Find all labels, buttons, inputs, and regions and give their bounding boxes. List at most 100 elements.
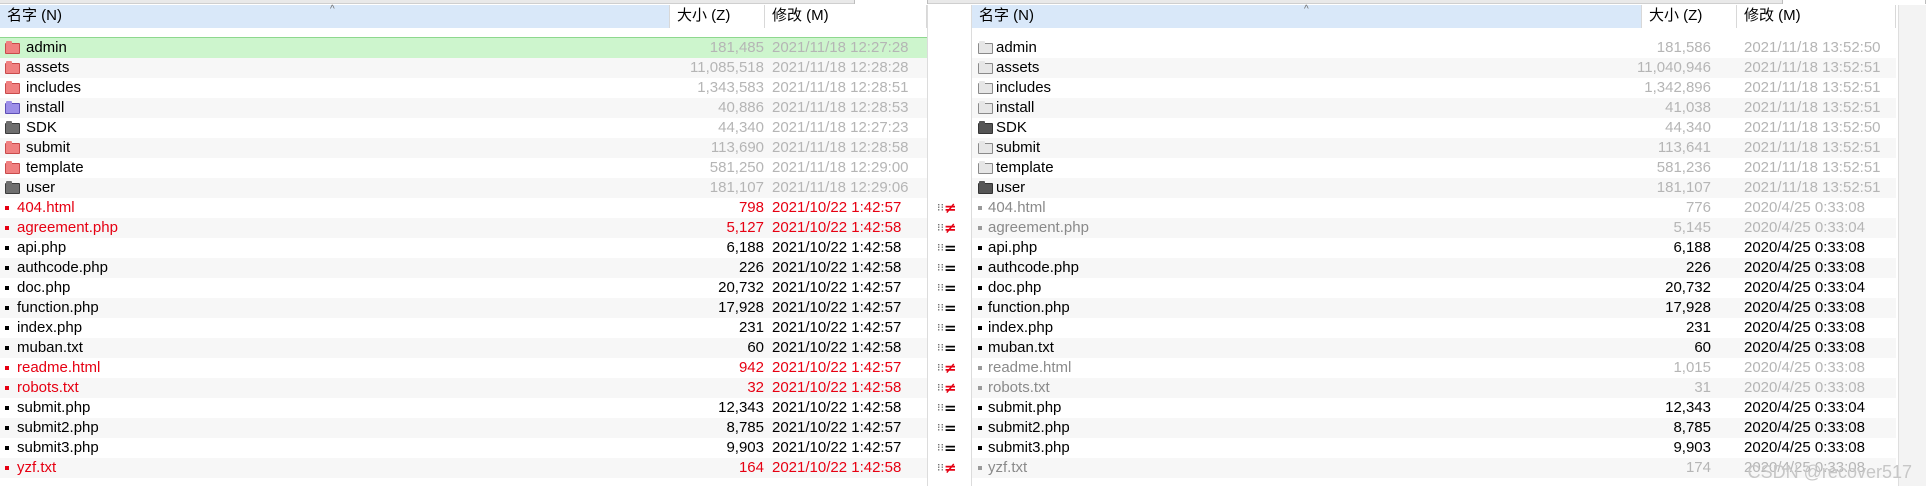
- right-file-row[interactable]: api.php 6,188 2020/4/25 0:33:08: [972, 238, 1896, 258]
- left-header-modified[interactable]: 修改 (M): [765, 5, 927, 28]
- left-header-name-label: 名字 (N): [7, 7, 62, 24]
- item-size: 6,188: [726, 239, 764, 256]
- sort-ascending-icon: ^: [330, 4, 335, 15]
- item-modified: 2021/10/22 1:42:57: [772, 439, 902, 456]
- compare-indicator[interactable]: ⁝⁝ =: [928, 338, 973, 358]
- left-file-row[interactable]: agreement.php 5,127 2021/10/22 1:42:58: [0, 218, 927, 238]
- left-folder-row[interactable]: template 581,250 2021/11/18 12:29:00: [0, 158, 927, 178]
- compare-indicator[interactable]: ⁝⁝ =: [928, 278, 973, 298]
- left-file-row[interactable]: doc.php 20,732 2021/10/22 1:42:57: [0, 278, 927, 298]
- left-folder-row[interactable]: assets 11,085,518 2021/11/18 12:28:28: [0, 58, 927, 78]
- left-file-row[interactable]: submit3.php 9,903 2021/10/22 1:42:57: [0, 438, 927, 458]
- compare-indicator[interactable]: ⁝⁝ ≠: [928, 198, 973, 218]
- item-size: 581,250: [709, 159, 764, 176]
- item-size: 12,343: [1665, 399, 1711, 416]
- file-icon-shape: [5, 246, 9, 250]
- compare-indicator[interactable]: ⁝⁝ =: [928, 398, 973, 418]
- right-folder-row[interactable]: submit 113,641 2021/11/18 13:52:51: [972, 138, 1896, 158]
- folder-icon-shape: [5, 81, 20, 94]
- right-file-row[interactable]: authcode.php 226 2020/4/25 0:33:08: [972, 258, 1896, 278]
- right-folder-row[interactable]: user 181,107 2021/11/18 13:52:51: [972, 178, 1896, 198]
- right-file-row[interactable]: muban.txt 60 2020/4/25 0:33:08: [972, 338, 1896, 358]
- compare-indicator[interactable]: ⁝⁝ =: [928, 258, 973, 278]
- file-icon-shape: [978, 386, 982, 390]
- right-file-row[interactable]: doc.php 20,732 2020/4/25 0:33:04: [972, 278, 1896, 298]
- left-file-row[interactable]: function.php 17,928 2021/10/22 1:42:57: [0, 298, 927, 318]
- left-folder-row[interactable]: SDK 44,340 2021/11/18 12:27:23: [0, 118, 927, 138]
- left-file-row[interactable]: authcode.php 226 2021/10/22 1:42:58: [0, 258, 927, 278]
- item-name: assets: [996, 59, 1040, 76]
- item-name: doc.php: [17, 279, 71, 296]
- right-file-row[interactable]: robots.txt 31 2020/4/25 0:33:08: [972, 378, 1896, 398]
- item-size: 44,340: [1665, 119, 1711, 136]
- item-name: submit.php: [988, 399, 1062, 416]
- right-header-name[interactable]: 名字 (N) ^: [972, 4, 1642, 28]
- right-folder-row[interactable]: admin 181,586 2021/11/18 13:52:50: [972, 38, 1896, 58]
- right-folder-row[interactable]: SDK 44,340 2021/11/18 13:52:50: [972, 118, 1896, 138]
- folder-icon-shape: [978, 41, 993, 54]
- compare-indicator[interactable]: ⁝⁝ ≠: [928, 378, 973, 398]
- right-file-pane[interactable]: 名字 (N) ^ 大小 (Z) 修改 (M) admin 181,586 2021/…: [972, 4, 1896, 486]
- left-file-row[interactable]: robots.txt 32 2021/10/22 1:42:58: [0, 378, 927, 398]
- item-size: 581,236: [1656, 159, 1711, 176]
- right-file-row[interactable]: agreement.php 5,145 2020/4/25 0:33:04: [972, 218, 1896, 238]
- right-folder-row[interactable]: includes 1,342,896 2021/11/18 13:52:51: [972, 78, 1896, 98]
- left-file-row[interactable]: 404.html 798 2021/10/22 1:42:57: [0, 198, 927, 218]
- compare-indicator[interactable]: ⁝⁝ =: [928, 318, 973, 338]
- right-file-row[interactable]: function.php 17,928 2020/4/25 0:33:08: [972, 298, 1896, 318]
- right-file-row[interactable]: readme.html 1,015 2020/4/25 0:33:08: [972, 358, 1896, 378]
- item-name: submit2.php: [988, 419, 1070, 436]
- item-size: 32: [747, 379, 764, 396]
- compare-indicator[interactable]: ⁝⁝ =: [928, 438, 973, 458]
- equal-icon: =: [944, 439, 957, 457]
- compare-indicator[interactable]: ⁝⁝ =: [928, 238, 973, 258]
- item-size: 20,732: [718, 279, 764, 296]
- left-folder-row[interactable]: user 181,107 2021/11/18 12:29:06: [0, 178, 927, 198]
- item-modified: 2021/10/22 1:42:58: [772, 339, 902, 356]
- right-header-modified[interactable]: 修改 (M): [1737, 5, 1896, 28]
- compare-indicator[interactable]: ⁝⁝ =: [928, 418, 973, 438]
- left-header-size[interactable]: 大小 (Z): [670, 5, 765, 28]
- right-file-row[interactable]: submit3.php 9,903 2020/4/25 0:33:08: [972, 438, 1896, 458]
- file-icon-shape: [978, 306, 982, 310]
- not-equal-icon: ≠: [944, 459, 957, 477]
- link-icon: ⁝⁝: [937, 241, 944, 254]
- folder-icon-shape: [5, 181, 20, 194]
- item-size: 8,785: [1673, 419, 1711, 436]
- right-folder-row[interactable]: template 581,236 2021/11/18 13:52:51: [972, 158, 1896, 178]
- left-file-row[interactable]: submit2.php 8,785 2021/10/22 1:42:57: [0, 418, 927, 438]
- file-icon-shape: [978, 466, 982, 470]
- left-file-row[interactable]: muban.txt 60 2021/10/22 1:42:58: [0, 338, 927, 358]
- item-size: 31: [1694, 379, 1711, 396]
- compare-indicator[interactable]: ⁝⁝ =: [928, 298, 973, 318]
- left-file-row[interactable]: yzf.txt 164 2021/10/22 1:42:58: [0, 458, 927, 478]
- left-folder-row[interactable]: install 40,886 2021/11/18 12:28:53: [0, 98, 927, 118]
- right-file-row[interactable]: 404.html 776 2020/4/25 0:33:08: [972, 198, 1896, 218]
- left-column-header: 名字 (N) ^ 大小 (Z) 修改 (M): [0, 4, 927, 28]
- right-file-row[interactable]: submit.php 12,343 2020/4/25 0:33:04: [972, 398, 1896, 418]
- compare-indicator[interactable]: ⁝⁝ ≠: [928, 218, 973, 238]
- left-folder-row[interactable]: admin 181,485 2021/11/18 12:27:28: [0, 37, 928, 59]
- compare-indicator[interactable]: ⁝⁝ ≠: [928, 458, 973, 478]
- left-folder-row[interactable]: includes 1,343,583 2021/11/18 12:28:51: [0, 78, 927, 98]
- right-header-size[interactable]: 大小 (Z): [1642, 5, 1737, 28]
- left-folder-row[interactable]: submit 113,690 2021/11/18 12:28:58: [0, 138, 927, 158]
- left-file-row[interactable]: index.php 231 2021/10/22 1:42:57: [0, 318, 927, 338]
- item-modified: 2020/4/25 0:33:08: [1744, 359, 1865, 376]
- left-file-row[interactable]: api.php 6,188 2021/10/22 1:42:58: [0, 238, 927, 258]
- compare-indicator[interactable]: ⁝⁝ ≠: [928, 358, 973, 378]
- left-file-row[interactable]: submit.php 12,343 2021/10/22 1:42:58: [0, 398, 927, 418]
- item-name: submit3.php: [988, 439, 1070, 456]
- left-header-name[interactable]: 名字 (N) ^: [0, 4, 670, 28]
- right-folder-row[interactable]: install 41,038 2021/11/18 13:52:51: [972, 98, 1896, 118]
- folder-icon: [5, 158, 21, 178]
- folder-icon: [978, 118, 994, 138]
- right-file-row[interactable]: submit2.php 8,785 2020/4/25 0:33:08: [972, 418, 1896, 438]
- right-file-row[interactable]: index.php 231 2020/4/25 0:33:08: [972, 318, 1896, 338]
- right-folder-row[interactable]: assets 11,040,946 2021/11/18 13:52:51: [972, 58, 1896, 78]
- right-scrollbar[interactable]: [1898, 5, 1926, 486]
- file-icon-shape: [5, 386, 9, 390]
- left-file-row[interactable]: readme.html 942 2021/10/22 1:42:57: [0, 358, 927, 378]
- item-name: readme.html: [988, 359, 1072, 376]
- left-file-pane[interactable]: 名字 (N) ^ 大小 (Z) 修改 (M) admin 181,485 2021/…: [0, 4, 928, 486]
